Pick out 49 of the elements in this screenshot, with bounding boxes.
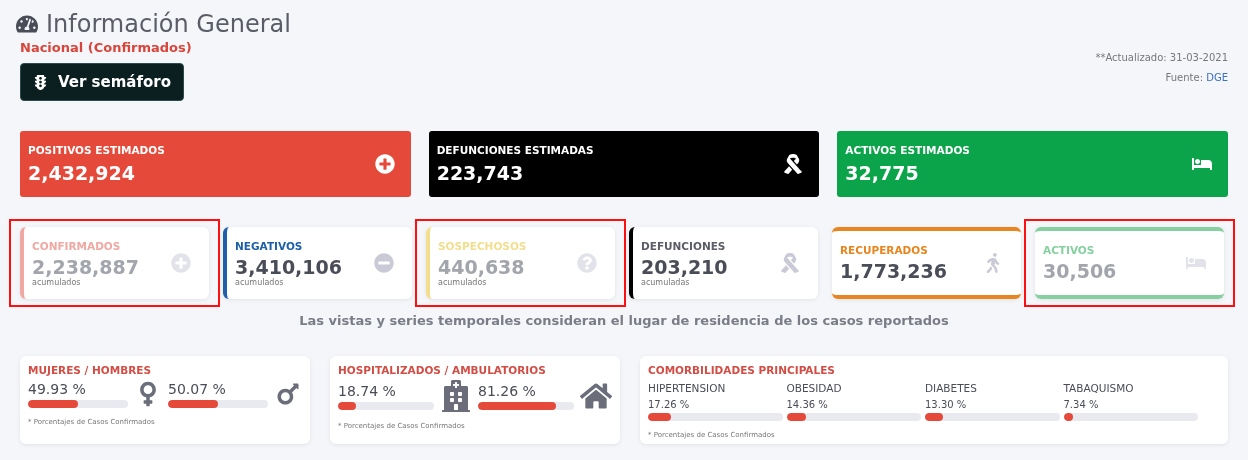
traffic-light-button[interactable]: Ver semáforo [20,63,184,101]
panel-title: HOSPITALIZADOS / AMBULATORIOS [338,364,547,376]
card-label: CONFIRMADOS [32,239,122,252]
card-value: 1,773,236 [840,260,947,282]
source-link[interactable]: DGE [1206,72,1228,83]
percentage: 14.36 % [786,399,829,410]
panel-title: COMORBILIDADES PRINCIPALES [648,364,836,376]
percentage: 50.07 % [168,380,227,397]
card-label: SOSPECHOSOS [438,239,527,252]
card-value: 203,210 [641,255,728,278]
card-label: NEGATIVOS [235,239,304,252]
percentage: 49.93 % [28,380,87,397]
card-label: ACTIVOS ESTIMADOS [845,144,970,156]
subtitle: Nacional (Confirmados) [20,40,193,55]
card-value: 32,775 [845,162,920,184]
ribbon-icon [783,154,804,174]
percentage: 7.34 % [1063,399,1100,410]
card-label: POSITIVOS ESTIMADOS [28,144,165,156]
card-note: acumuladas [641,277,691,287]
comorbidity-name: DIABETES [925,382,978,394]
residence-note: Las vistas y series temporales consideran el lugar de residencia de los casos reportados [298,313,950,328]
card-label: RECUPERADOS [840,244,929,256]
card-note: acumulados [235,277,285,287]
percentage: 81.26 % [478,382,537,399]
card-value: 2,238,887 [32,255,139,278]
card-label: DEFUNCIONES [641,239,727,252]
page-title: Información General [46,10,291,38]
card-value: 30,506 [1043,260,1117,282]
card-label: DEFUNCIONES ESTIMADAS [436,144,594,156]
source-label: Fuente: [1165,72,1205,83]
comorbidity-name: OBESIDAD [786,382,843,394]
card-value: 440,638 [438,255,526,278]
card-label: ACTIVOS [1043,244,1096,256]
ribbon-icon [780,253,800,273]
updated-date: **Actualizado: 31-03-2021 [1095,51,1228,65]
hospital-icon [440,380,472,412]
gauge-icon [16,13,38,35]
panel-title: MUJERES / HOMBRES [28,364,152,376]
percentage: 17.26 % [648,399,691,410]
traffic-light-icon [33,74,48,90]
comorbidity-name: HIPERTENSION [648,382,727,394]
comorbidity-name: TABAQUISMO [1063,382,1135,394]
card-note: acumulados [438,277,488,287]
card-value: 2,432,924 [28,162,136,184]
percentage: 18.74 % [338,382,397,399]
card-value: 223,743 [436,162,525,184]
card-note: acumulados [32,277,82,287]
percentage: 13.30 % [925,399,968,410]
card-value: 3,410,106 [235,255,342,278]
